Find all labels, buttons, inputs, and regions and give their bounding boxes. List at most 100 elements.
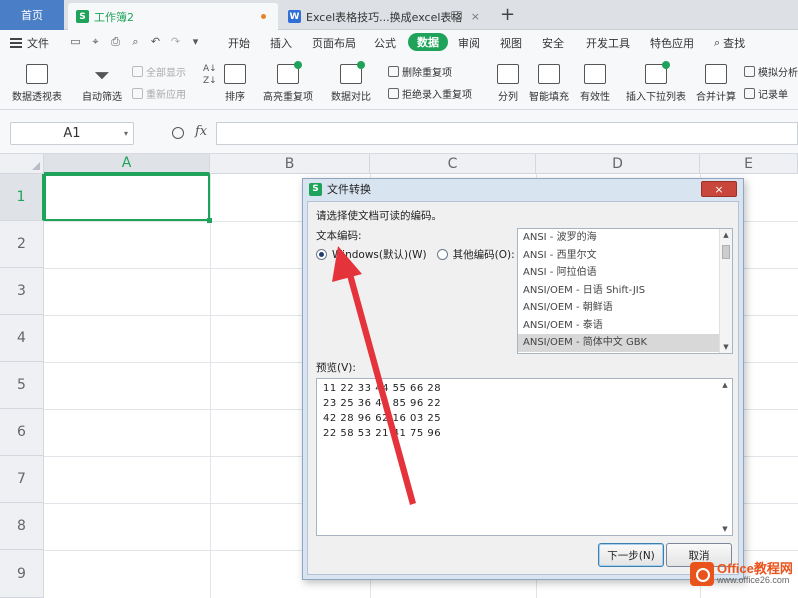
scroll-thumb[interactable] <box>722 245 730 259</box>
column-gridline <box>210 174 211 598</box>
auto-filter-button[interactable]: ⏷ 自动筛选 <box>82 64 122 103</box>
encoding-list[interactable]: ANSI - 波罗的海 ANSI - 西里尔文 ANSI - 阿拉伯语 ANSI… <box>517 228 733 354</box>
tab-document[interactable]: W Excel表格技巧...换成excel表格 × <box>280 3 490 30</box>
file-menu[interactable]: 文件 <box>10 35 49 51</box>
encoding-item-selected[interactable]: ANSI/OEM - 简体中文 GBK <box>518 334 732 352</box>
name-box[interactable]: A1 ▾ <box>10 122 134 145</box>
sort-az-icon[interactable]: A↓ Z↓ <box>203 64 217 86</box>
sort-button[interactable]: 排序 <box>224 64 246 103</box>
encoding-item[interactable]: ANSI - 阿拉伯语 <box>518 264 732 282</box>
row-header-9[interactable]: 9 <box>0 550 44 598</box>
reject-duplicates-button[interactable]: 拒绝录入重复项 <box>388 86 472 101</box>
insert-dropdown-label: 插入下拉列表 <box>626 92 686 103</box>
formula-bar: A1 ▾ fx <box>0 110 798 154</box>
chevron-down-icon[interactable]: ▾ <box>124 129 128 138</box>
row-header-5[interactable]: 5 <box>0 362 44 409</box>
tab-home[interactable]: 首页 <box>0 0 64 30</box>
next-button[interactable]: 下一步(N) <box>598 543 664 567</box>
encoding-item[interactable]: ANSI/OEM - 日语 Shift-JIS <box>518 282 732 300</box>
validity-button[interactable]: 有效性 <box>580 64 610 103</box>
record-form-label: 记录单 <box>758 90 788 101</box>
other-encoding-label[interactable]: 其他编码(O): <box>453 247 515 262</box>
column-header-b[interactable]: B <box>210 154 370 174</box>
menu-formulas[interactable]: 公式 <box>374 35 396 51</box>
data-compare-button[interactable]: 数据对比 <box>331 61 371 103</box>
column-header-c[interactable]: C <box>370 154 536 174</box>
search-menu[interactable]: ⌕ 查找 <box>714 35 745 51</box>
undo-icon[interactable]: ↶ <box>148 34 163 49</box>
print-preview-icon[interactable]: ⌕ <box>128 34 143 49</box>
encoding-item[interactable]: ANSI - 西里尔文 <box>518 247 732 265</box>
row-header-8[interactable]: 8 <box>0 503 44 550</box>
preview-line: 11 22 33 44 55 66 28 <box>323 383 442 394</box>
new-tab-button[interactable]: + <box>500 4 515 25</box>
encoding-list-scrollbar[interactable]: ▲ ▼ <box>719 229 732 353</box>
menu-special[interactable]: 特色应用 <box>650 35 694 51</box>
formula-input[interactable] <box>216 122 798 145</box>
watermark-url: www.office26.com <box>717 575 790 586</box>
select-all-corner[interactable] <box>0 154 44 174</box>
simulate-analysis-button[interactable]: 模拟分析 <box>744 64 798 79</box>
format-painter-icon[interactable]: ⌖ <box>88 34 103 49</box>
pivot-table-icon <box>26 64 48 84</box>
reject-duplicates-label: 拒绝录入重复项 <box>402 90 472 101</box>
windows-option-label[interactable]: Windows(默认)(W) <box>332 247 427 262</box>
validity-icon <box>584 64 606 84</box>
scroll-up-icon[interactable]: ▲ <box>720 229 732 241</box>
row-header-6[interactable]: 6 <box>0 409 44 456</box>
active-cell-a1[interactable] <box>44 174 212 223</box>
row-header-2[interactable]: 2 <box>0 221 44 268</box>
print-icon[interactable]: ⎙ <box>108 34 123 49</box>
highlight-duplicates-button[interactable]: 高亮重复项 <box>263 61 313 103</box>
screen-icon[interactable] <box>451 11 462 20</box>
windows-radio[interactable] <box>316 249 327 260</box>
tab-workbook[interactable]: S 工作簿2 <box>68 3 278 30</box>
dialog-titlebar[interactable]: S 文件转换 <box>303 179 743 199</box>
scroll-down-icon[interactable]: ▼ <box>719 523 731 535</box>
split-column-button[interactable]: 分列 <box>497 64 519 103</box>
remove-duplicates-button[interactable]: 删除重复项 <box>388 64 452 79</box>
close-button[interactable]: × <box>701 181 737 197</box>
close-tab-icon[interactable]: × <box>471 10 480 23</box>
column-header-d[interactable]: D <box>536 154 700 174</box>
encoding-item[interactable]: ANSI - 波罗的海 <box>518 229 732 247</box>
other-encoding-radio[interactable] <box>436 249 448 260</box>
row-header-4[interactable]: 4 <box>0 315 44 362</box>
menu-developer[interactable]: 开发工具 <box>586 35 630 51</box>
preview-label: 预览(V): <box>316 362 356 374</box>
dropdown-icon[interactable]: ▾ <box>188 34 203 49</box>
row-header-3[interactable]: 3 <box>0 268 44 315</box>
encoding-item[interactable]: ANSI/OEM - 泰语 <box>518 317 732 335</box>
redo-icon[interactable]: ↷ <box>168 34 183 49</box>
function-icon[interactable]: fx <box>195 124 207 139</box>
save-icon[interactable]: ▭ <box>68 34 83 49</box>
zoom-icon[interactable] <box>172 127 184 139</box>
insert-dropdown-icon <box>645 61 670 84</box>
preview-scrollbar[interactable]: ▲ ▼ <box>719 379 732 535</box>
menu-view[interactable]: 视图 <box>500 35 522 51</box>
row-header-1[interactable]: 1 <box>0 174 44 221</box>
consolidate-icon <box>705 64 727 84</box>
encoding-options: Windows(默认)(W) 其他编码(O): <box>316 247 515 262</box>
menu-data[interactable]: 数据 <box>408 33 448 51</box>
encoding-item[interactable]: ANSI/OEM - 朝鲜语 <box>518 299 732 317</box>
smart-fill-button[interactable]: 智能填充 <box>529 64 569 103</box>
row-header-7[interactable]: 7 <box>0 456 44 503</box>
menu-security[interactable]: 安全 <box>542 35 564 51</box>
consolidate-button[interactable]: 合并计算 <box>696 64 736 103</box>
tab-home-label: 首页 <box>21 9 43 22</box>
scroll-up-icon[interactable]: ▲ <box>719 379 731 391</box>
cell-reference: A1 <box>63 126 81 141</box>
column-header-e[interactable]: E <box>700 154 798 174</box>
menu-home[interactable]: 开始 <box>228 35 250 51</box>
pivot-table-button[interactable]: 数据透视表 <box>12 64 62 103</box>
insert-dropdown-button[interactable]: 插入下拉列表 <box>626 61 686 103</box>
menu-insert[interactable]: 插入 <box>270 35 292 51</box>
record-form-button[interactable]: 记录单 <box>744 86 788 101</box>
show-all-button[interactable]: 全部显示 <box>132 64 186 79</box>
menu-page-layout[interactable]: 页面布局 <box>312 35 356 51</box>
column-header-a[interactable]: A <box>44 154 210 174</box>
menu-review[interactable]: 审阅 <box>458 35 480 51</box>
reapply-button[interactable]: 重新应用 <box>132 86 186 101</box>
scroll-down-icon[interactable]: ▼ <box>720 341 732 353</box>
